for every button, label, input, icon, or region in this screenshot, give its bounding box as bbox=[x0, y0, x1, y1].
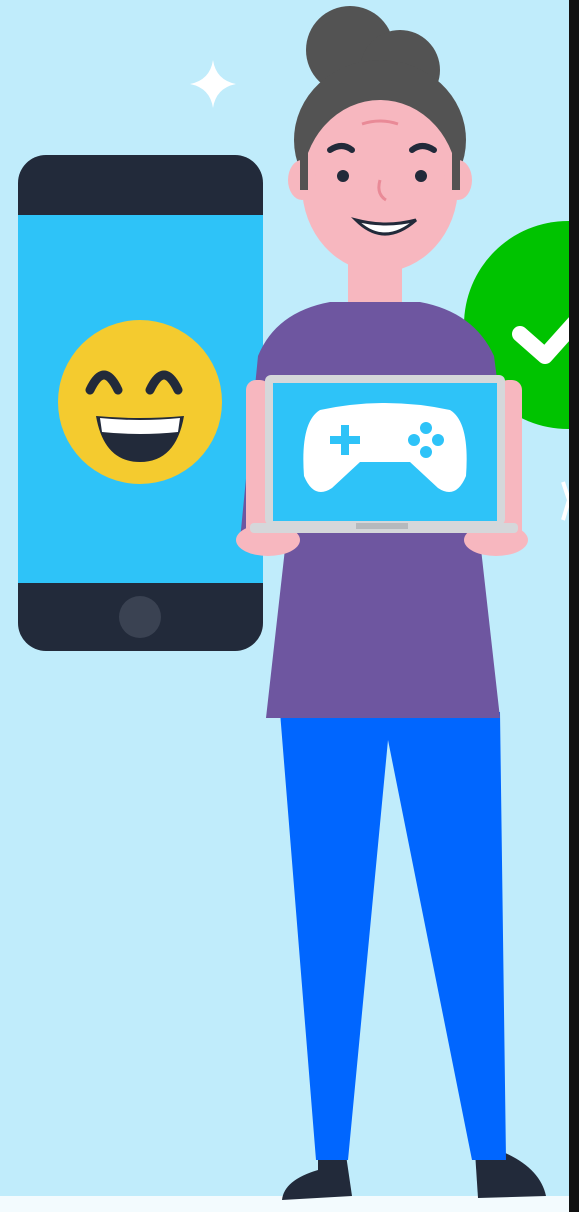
grinning-face-icon bbox=[58, 320, 222, 484]
illustration-scene bbox=[0, 0, 579, 1212]
illustration-canvas bbox=[0, 0, 579, 1212]
right-edge-border bbox=[569, 0, 579, 1212]
